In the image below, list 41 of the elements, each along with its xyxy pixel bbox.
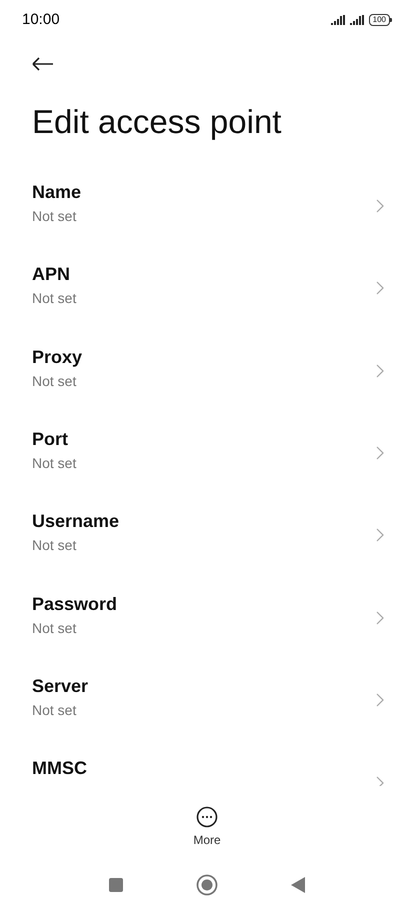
- item-value: Not set: [32, 537, 78, 554]
- settings-item[interactable]: MMSC: [0, 741, 414, 786]
- chevron-icon: [376, 528, 384, 542]
- chevron-icon: [376, 776, 384, 786]
- item-value: Not set: [32, 372, 78, 389]
- chevron-icon: [376, 610, 384, 625]
- item-label: Proxy: [32, 346, 84, 368]
- item-value: Not set: [32, 454, 78, 471]
- battery-level: 100: [368, 14, 390, 26]
- back-button[interactable]: [32, 56, 54, 71]
- item-label: MMSC: [32, 758, 88, 780]
- recents-button[interactable]: [108, 877, 124, 894]
- more-button[interactable]: More: [193, 806, 221, 847]
- item-label: Password: [32, 594, 118, 615]
- item-label: APN: [32, 264, 72, 286]
- item-label: Name: [32, 182, 82, 203]
- item-value: Not set: [32, 702, 78, 718]
- chevron-icon: [376, 364, 384, 378]
- settings-item[interactable]: Server Not set: [0, 659, 414, 742]
- signal-icon: [350, 14, 364, 25]
- item-label: Username: [32, 511, 120, 532]
- chevron-icon: [376, 281, 384, 296]
- chevron-icon: [376, 198, 384, 213]
- settings-item[interactable]: Password Not set: [0, 576, 414, 660]
- chevron-icon: [376, 693, 384, 708]
- chevron-icon: [376, 446, 384, 460]
- back-nav-button[interactable]: [290, 876, 306, 894]
- settings-item[interactable]: APN Not set: [0, 247, 414, 330]
- status-time: 10:00: [22, 11, 60, 28]
- item-value: Not set: [32, 208, 78, 224]
- item-value: Not set: [32, 620, 78, 636]
- home-button[interactable]: [196, 874, 218, 896]
- settings-item[interactable]: Username Not set: [0, 494, 414, 577]
- settings-item[interactable]: Proxy Not set: [0, 330, 414, 412]
- settings-item[interactable]: Port Not set: [0, 412, 414, 494]
- signal-icon: [330, 14, 345, 25]
- item-value: Not set: [32, 290, 78, 306]
- item-label: Server: [32, 676, 90, 698]
- settings-item[interactable]: Name Not set: [0, 164, 414, 248]
- page-title: Edit access point: [32, 102, 282, 142]
- item-label: Port: [32, 428, 69, 450]
